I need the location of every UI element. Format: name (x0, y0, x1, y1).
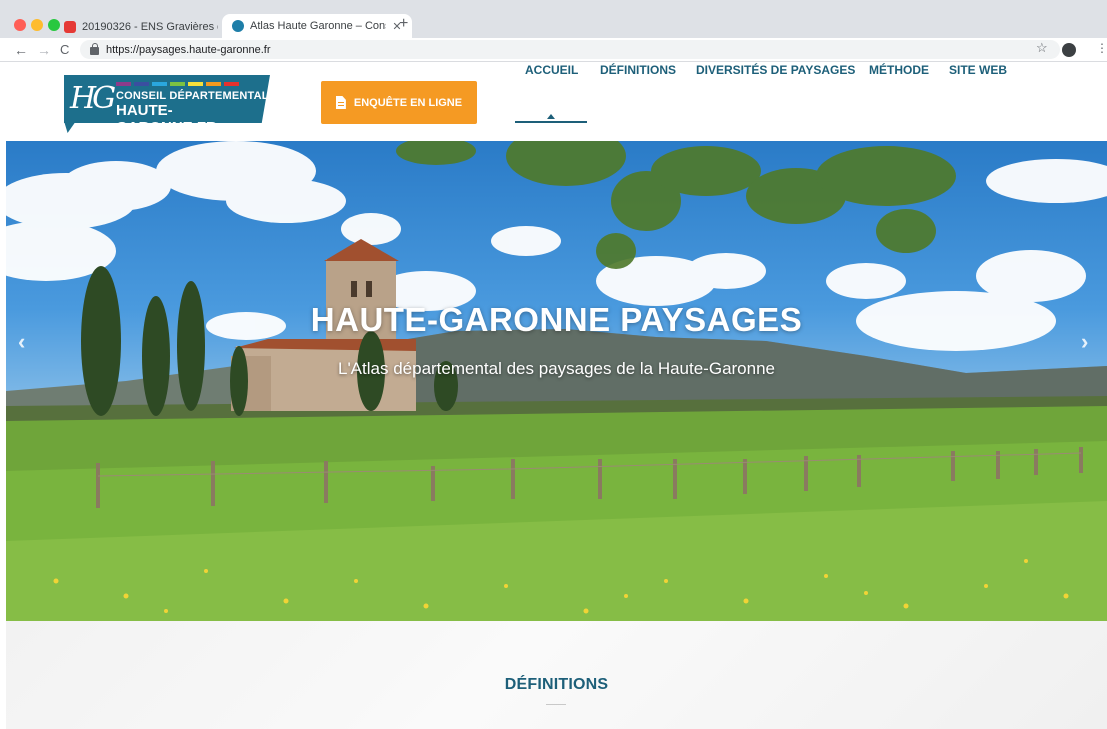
profile-avatar-icon[interactable] (1062, 43, 1076, 57)
document-icon (335, 96, 346, 109)
tab-title: Atlas Haute Garonne – Consei (250, 20, 386, 32)
site-logo[interactable]: HG CONSEIL DÉPARTEMENTAL HAUTE-GARONNE.F… (64, 75, 270, 136)
logo-line2: HAUTE-GARONNE.FR (116, 102, 217, 136)
site-header: HG CONSEIL DÉPARTEMENTAL HAUTE-GARONNE.F… (0, 63, 1107, 140)
nav-item-diversites[interactable]: DIVERSITÉS DE PAYSAGES (696, 63, 855, 77)
window-zoom-button[interactable] (48, 19, 60, 31)
menu-kebab-icon[interactable]: ⋮ (1096, 41, 1107, 55)
window-minimize-button[interactable] (31, 19, 43, 31)
tab-favicon-icon (232, 20, 244, 32)
nav-item-definitions[interactable]: DÉFINITIONS (600, 63, 676, 77)
logo-color-bars (116, 82, 239, 86)
logo-color-bar (224, 82, 239, 86)
lock-icon (90, 42, 99, 55)
survey-button-label: ENQUÊTE EN LIGNE (353, 96, 463, 109)
logo-color-bar (206, 82, 221, 86)
logo-color-bar (152, 82, 167, 86)
logo-color-bar (116, 82, 131, 86)
logo-line1: CONSEIL DÉPARTEMENTAL (116, 90, 269, 102)
browser-tab-bar: 20190326 - ENS Gravières de ✕ Atlas Haut… (0, 0, 1107, 38)
window-close-button[interactable] (14, 19, 26, 31)
nav-item-site-web[interactable]: SITE WEB (949, 63, 1007, 77)
logo-monogram: HG (70, 81, 116, 116)
address-bar[interactable]: https://paysages.haute-garonne.fr (80, 40, 1060, 59)
tab-title: 20190326 - ENS Gravières de (82, 21, 218, 33)
online-survey-button[interactable]: ENQUÊTE EN LIGNE (321, 81, 477, 124)
nav-item-accueil[interactable]: ACCUEIL (525, 63, 578, 77)
logo-color-bar (188, 82, 203, 86)
section-title: DÉFINITIONS (504, 676, 609, 693)
forward-arrow-icon[interactable]: → (37, 41, 51, 59)
tab-favicon-icon (64, 21, 76, 33)
new-tab-button[interactable]: + (399, 15, 408, 33)
nav-active-underline (515, 121, 587, 123)
browser-tab-active[interactable]: Atlas Haute Garonne – Consei ✕ (222, 14, 412, 38)
nav-item-methode[interactable]: MÉTHODE (869, 63, 929, 77)
section-divider (546, 704, 566, 705)
definitions-section: DÉFINITIONS (6, 621, 1107, 729)
bookmark-star-icon[interactable]: ☆ (1036, 40, 1048, 56)
nav-active-caret (547, 114, 555, 119)
logo-color-bar (170, 82, 185, 86)
hero-title: HAUTE-GARONNE PAYSAGES (310, 301, 803, 338)
hero-slider: ‹ › HAUTE-GARONNE PAYSAGES L'Atlas dépar… (6, 141, 1107, 621)
hero-landscape-image (6, 141, 1107, 621)
logo-tail (64, 121, 76, 133)
browser-tab[interactable]: 20190326 - ENS Gravières de ✕ (64, 16, 236, 38)
hero-subtitle: L'Atlas départemental des paysages de la… (337, 359, 776, 378)
logo-color-bar (134, 82, 149, 86)
browser-toolbar: ← → C https://paysages.haute-garonne.fr … (0, 38, 1107, 62)
url-text: https://paysages.haute-garonne.fr (106, 43, 271, 56)
reload-icon[interactable]: C (60, 41, 69, 59)
back-arrow-icon[interactable]: ← (14, 41, 28, 59)
